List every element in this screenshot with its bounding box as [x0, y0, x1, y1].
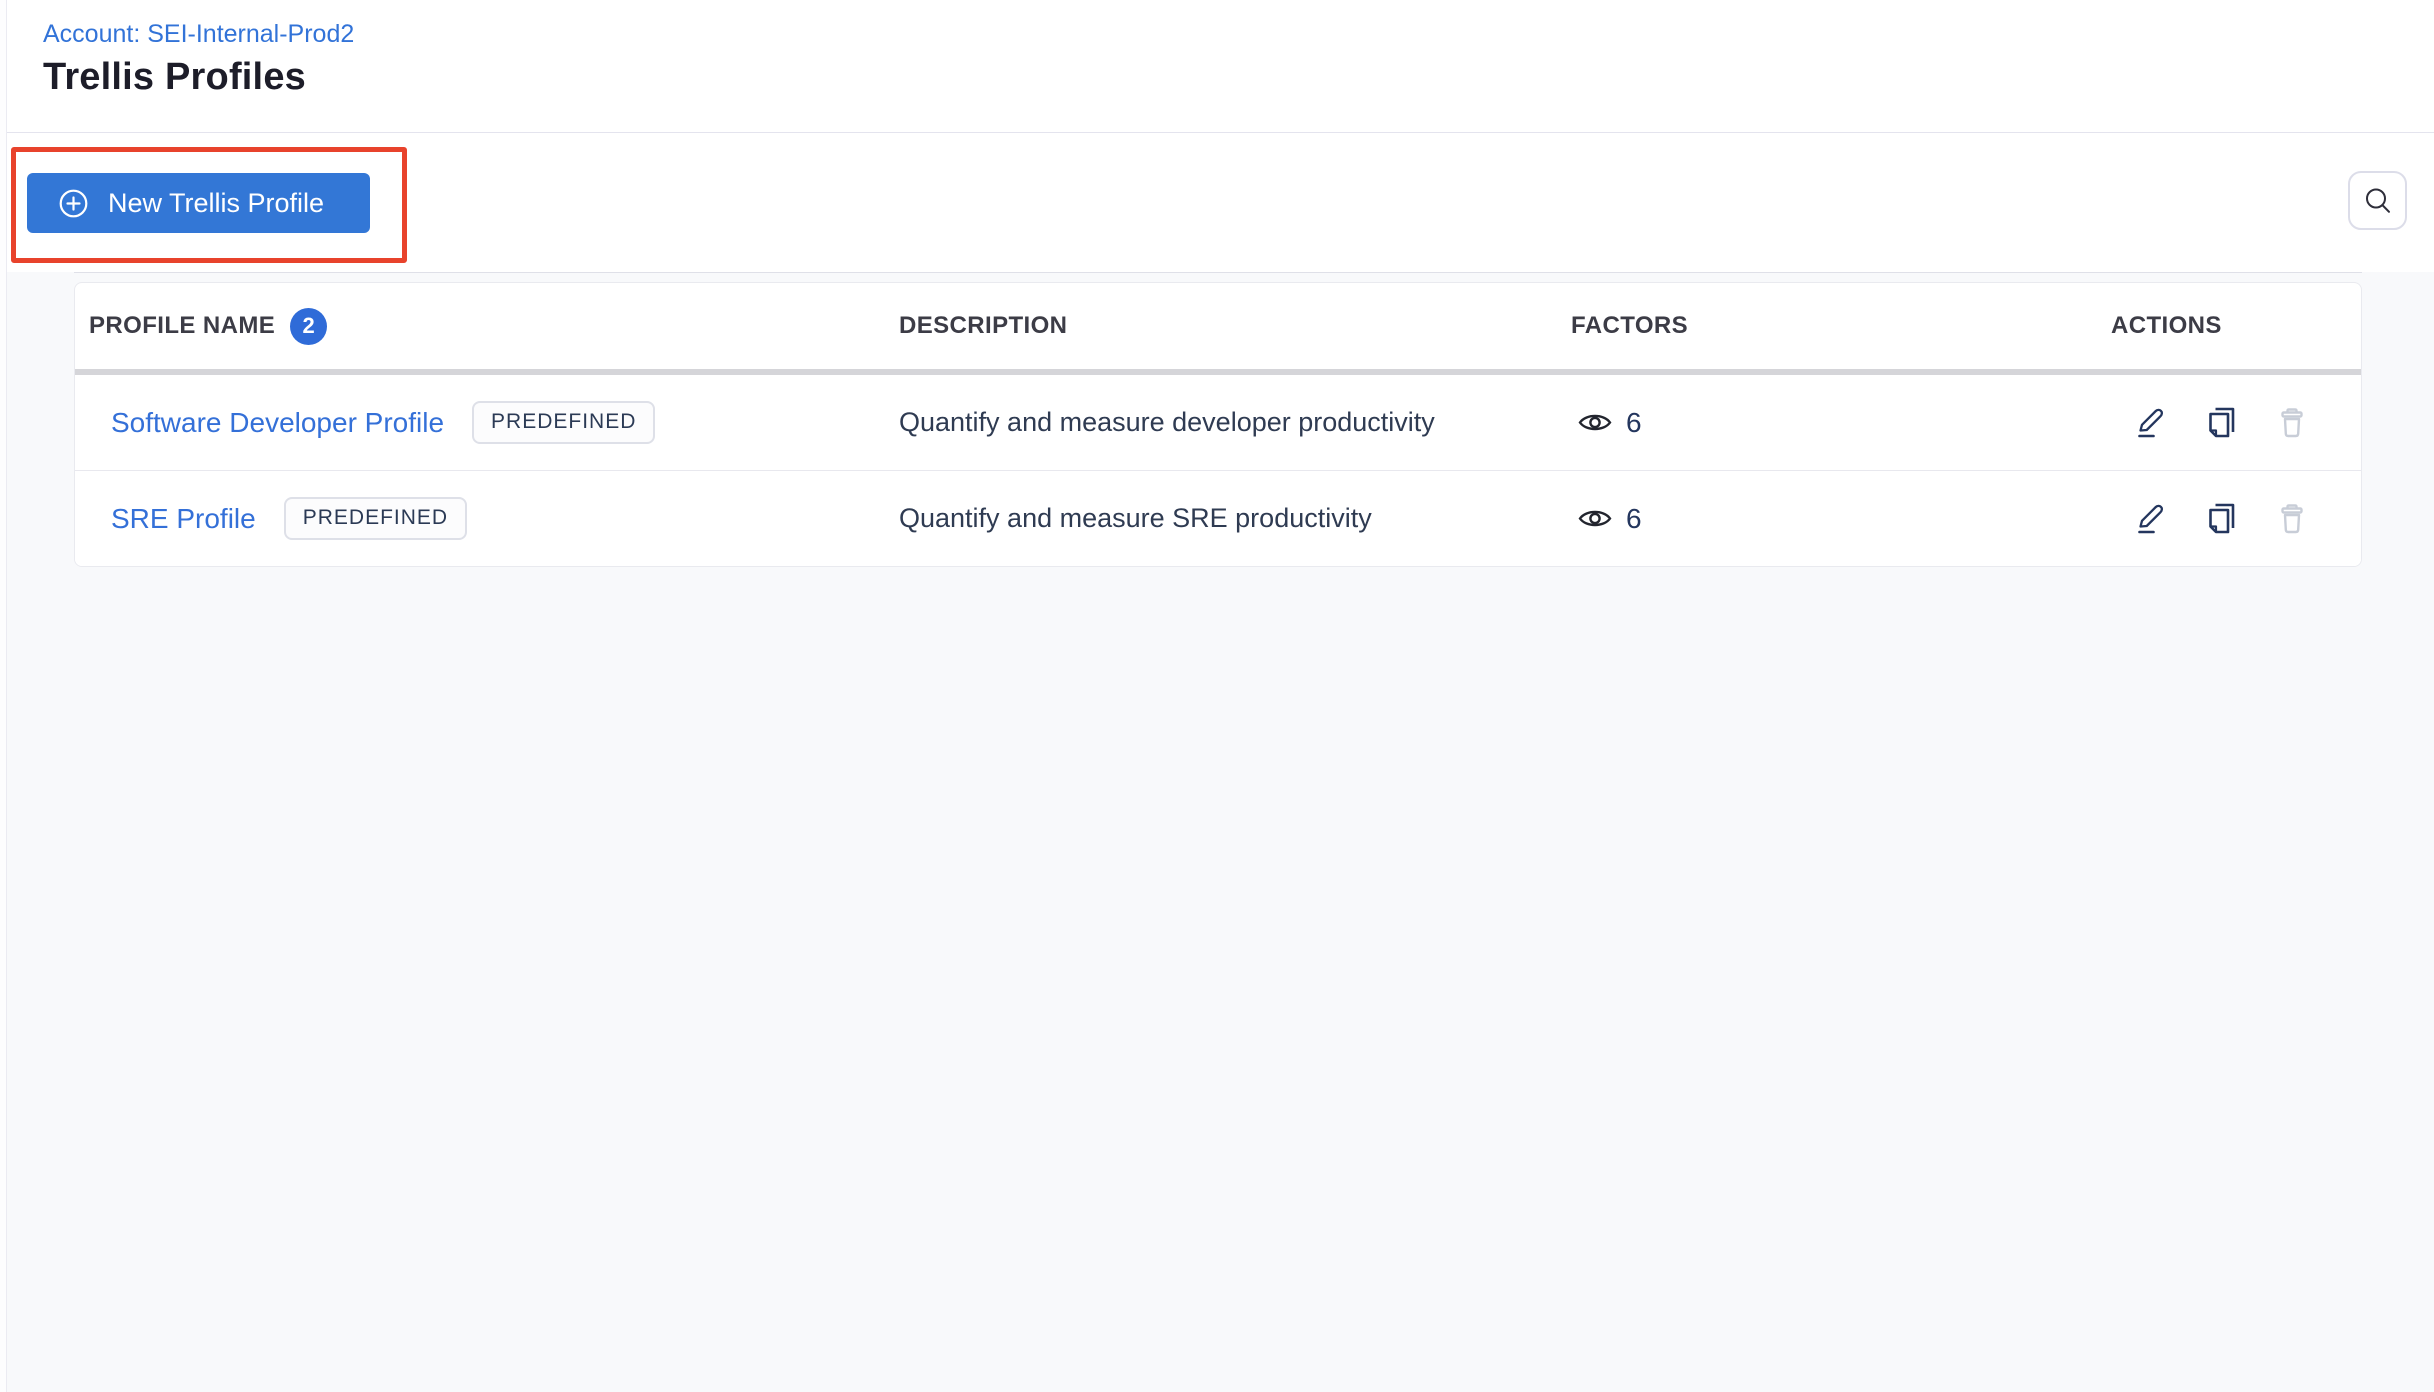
new-trellis-profile-label: New Trellis Profile: [108, 187, 325, 218]
edit-pencil-icon: [2134, 501, 2167, 537]
column-actions: ACTIONS: [2111, 312, 2222, 339]
edit-profile-button[interactable]: [2133, 501, 2167, 537]
edit-profile-button[interactable]: [2133, 405, 2167, 441]
factors-count: 6: [1626, 406, 1642, 438]
trash-icon: [2277, 406, 2307, 439]
predefined-badge: PREDEFINED: [283, 497, 468, 540]
eye-icon: [1577, 505, 1613, 532]
predefined-badge: PREDEFINED: [472, 401, 656, 444]
column-profile-name: PROFILE NAME: [89, 312, 276, 339]
column-factors: FACTORS: [1571, 312, 1689, 339]
account-breadcrumb[interactable]: Account: SEI-Internal-Prod2: [43, 20, 354, 49]
table-row-sre-profile: SRE Profile PREDEFINED Quantify and meas…: [75, 471, 2361, 566]
eye-icon: [1577, 409, 1613, 436]
clone-profile-button[interactable]: [2204, 501, 2238, 537]
table-top-border: [74, 272, 2362, 273]
trellis-profiles-page: Account: SEI-Internal-Prod2 Trellis Prof…: [0, 0, 2434, 1392]
profile-description: Quantify and measure developer productiv…: [899, 407, 1435, 437]
column-description: DESCRIPTION: [899, 312, 1068, 339]
page-header: Account: SEI-Internal-Prod2 Trellis Prof…: [7, 0, 2434, 133]
edit-pencil-icon: [2134, 405, 2167, 441]
profiles-table: PROFILE NAME 2 DESCRIPTION FACTORS ACTIO…: [74, 282, 2362, 567]
toolbar: New Trellis Profile: [7, 134, 2434, 272]
page-title: Trellis Profiles: [43, 56, 306, 98]
table-row-software-developer-profile: Software Developer Profile PREDEFINED Qu…: [75, 375, 2361, 470]
table-header-row: PROFILE NAME 2 DESCRIPTION FACTORS ACTIO…: [75, 283, 2361, 369]
profile-link[interactable]: Software Developer Profile: [111, 407, 444, 439]
copy-icon: [2206, 501, 2237, 536]
new-trellis-profile-button[interactable]: New Trellis Profile: [27, 173, 370, 233]
search-button[interactable]: [2348, 171, 2407, 230]
sidebar-edge: [0, 0, 7, 1392]
content-area: PROFILE NAME 2 DESCRIPTION FACTORS ACTIO…: [7, 272, 2434, 1392]
delete-profile-button[interactable]: [2275, 405, 2309, 441]
plus-circle-icon: [58, 188, 89, 219]
profile-link[interactable]: SRE Profile: [111, 503, 256, 535]
copy-icon: [2206, 405, 2237, 440]
search-icon: [2362, 185, 2394, 217]
trash-icon: [2277, 502, 2307, 535]
profile-description: Quantify and measure SRE productivity: [899, 503, 1372, 533]
profile-count-badge: 2: [290, 307, 328, 345]
delete-profile-button[interactable]: [2275, 501, 2309, 537]
factors-count: 6: [1626, 502, 1642, 534]
clone-profile-button[interactable]: [2204, 405, 2238, 441]
